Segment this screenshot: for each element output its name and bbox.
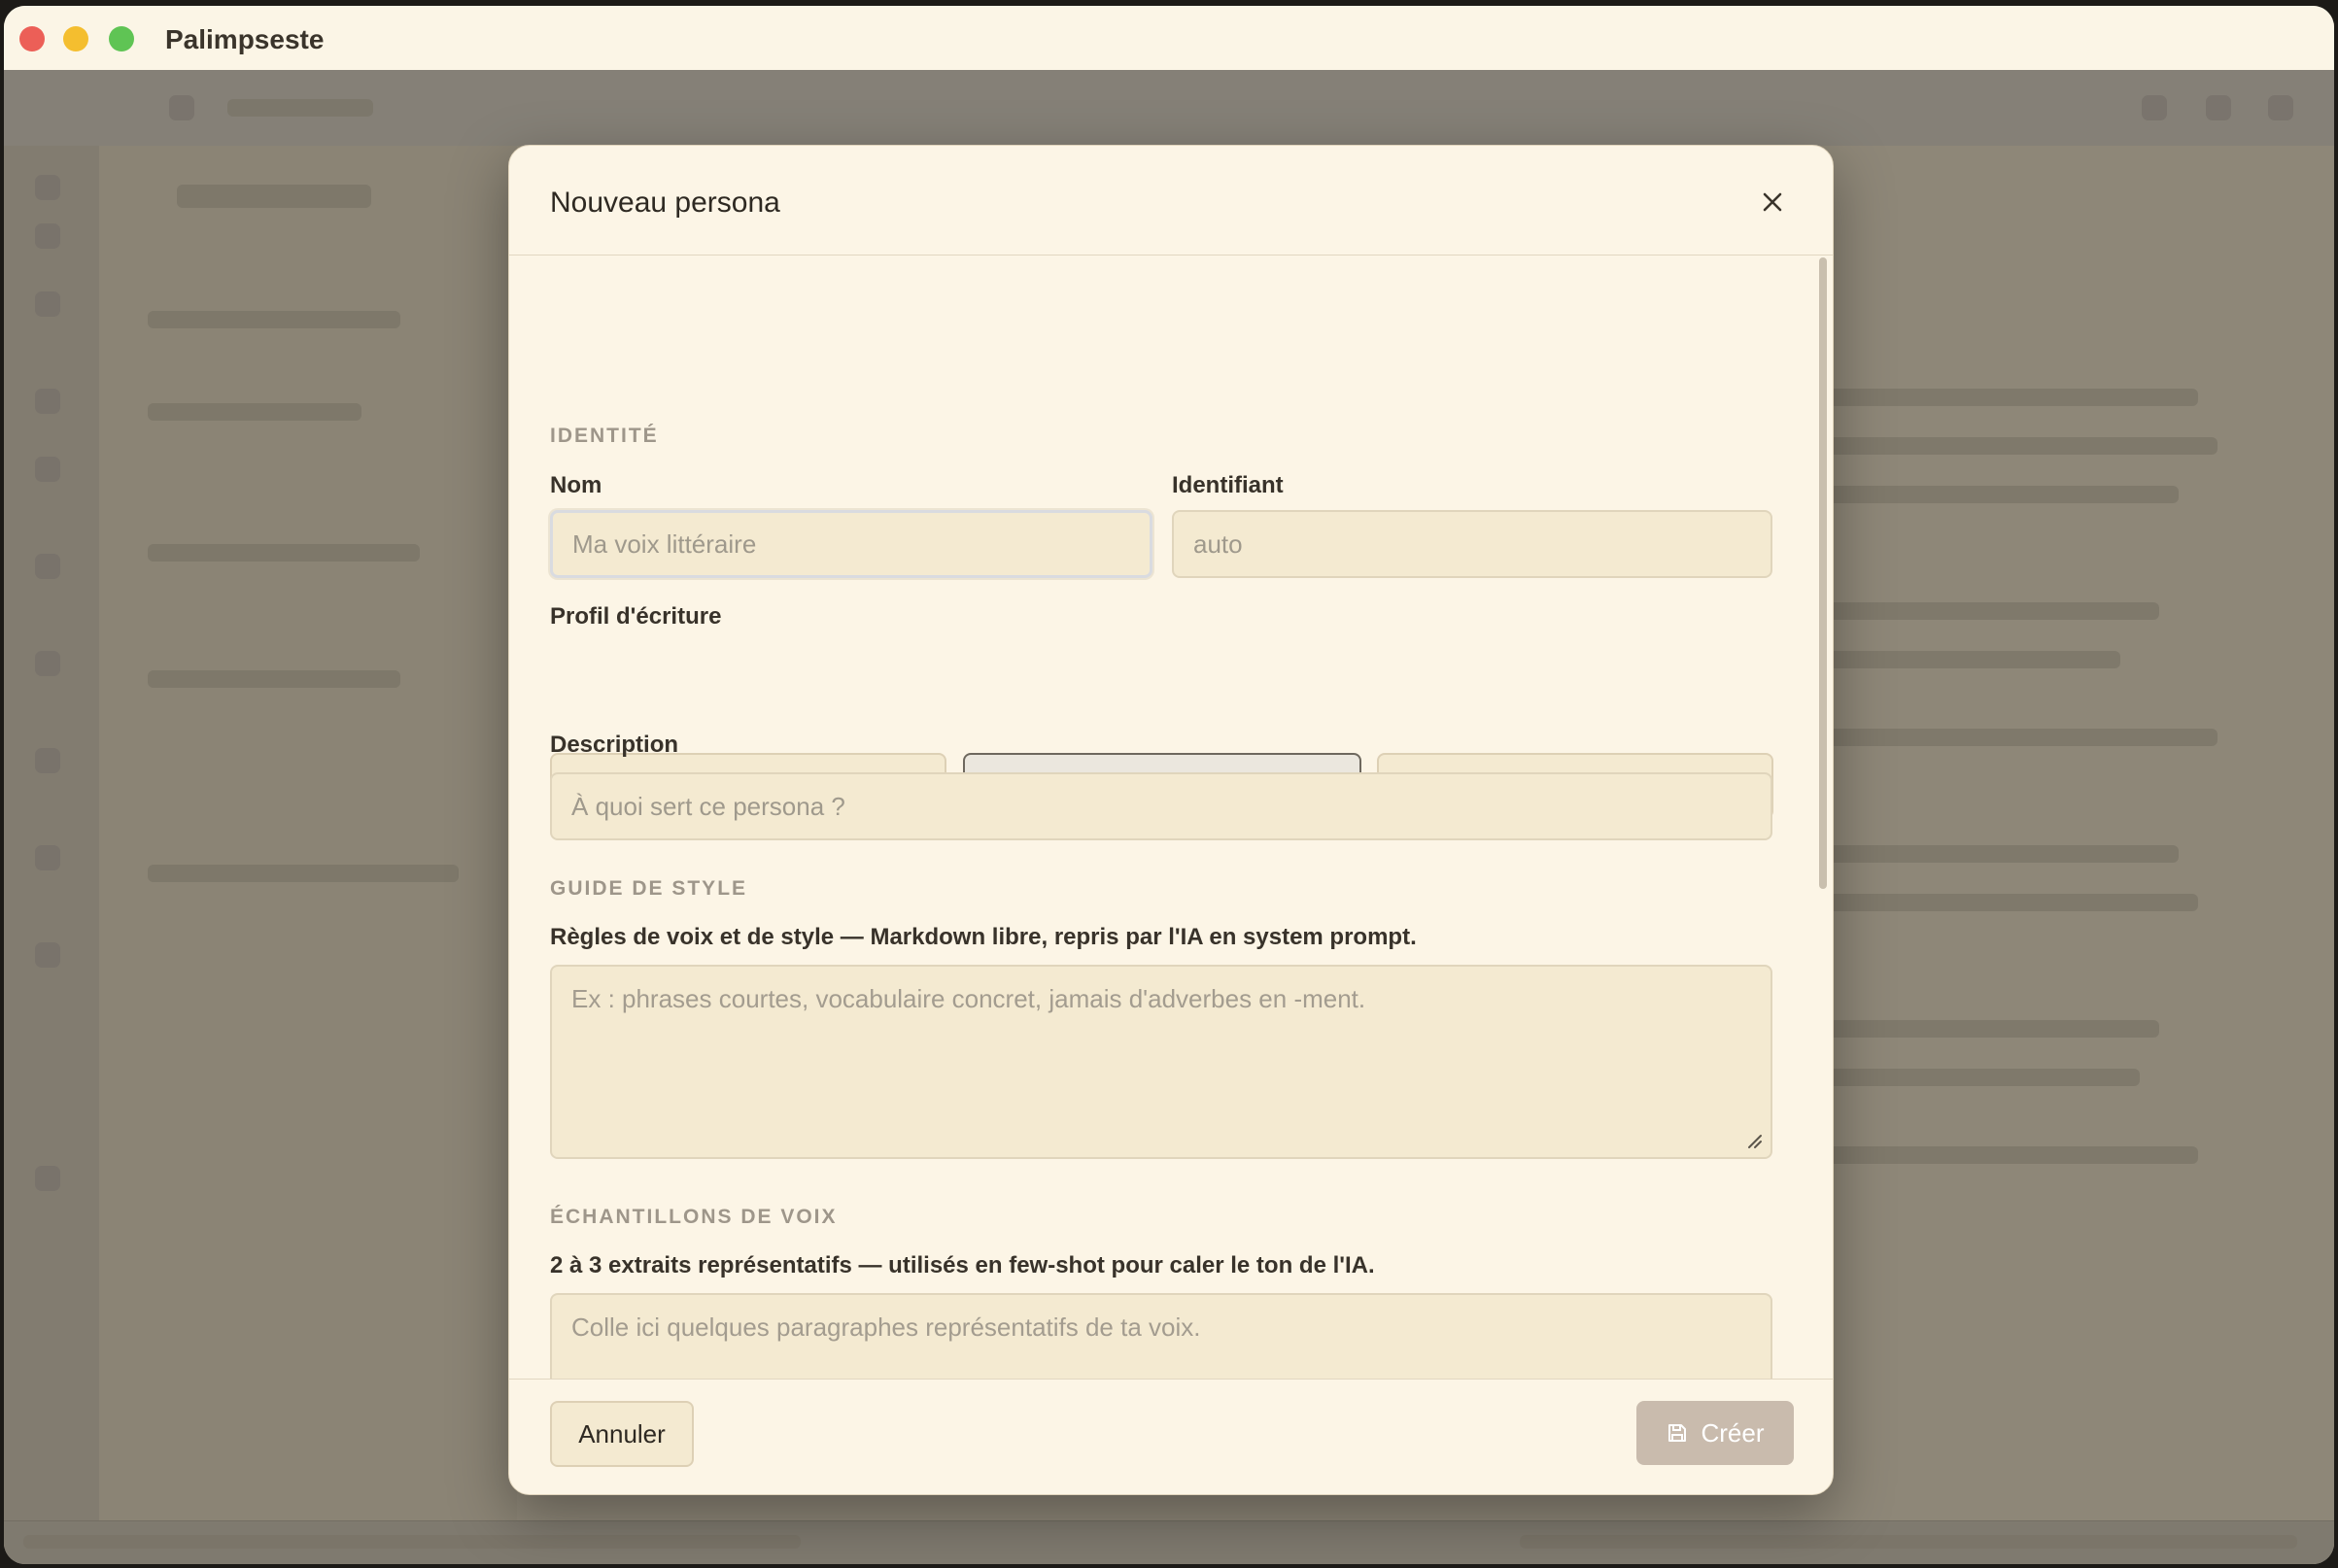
- background-sidebar: [4, 146, 99, 1564]
- background-list-item: [148, 311, 400, 328]
- background-status-text: [1520, 1535, 2297, 1549]
- description-label: Description: [550, 732, 679, 758]
- style-guide-placeholder: Ex : phrases courtes, vocabulaire concre…: [571, 984, 1366, 1013]
- save-icon: [1668, 1424, 1687, 1442]
- identifier-input[interactable]: auto: [1172, 510, 1772, 578]
- voice-samples-placeholder: Colle ici quelques paragraphes représent…: [571, 1312, 1201, 1342]
- new-persona-dialog: Nouveau persona IDENTITÉ Nom Identifiant…: [508, 145, 1834, 1495]
- dialog-header: Nouveau persona: [509, 146, 1833, 256]
- background-sidebar-icon: [35, 389, 60, 414]
- style-guide-section-heading: GUIDE DE STYLE: [550, 877, 748, 900]
- identity-section-heading: IDENTITÉ: [550, 425, 659, 447]
- dialog-scrollbar[interactable]: [1819, 257, 1827, 889]
- create-button-label: Créer: [1701, 1417, 1765, 1448]
- zoom-window-button[interactable]: [109, 26, 134, 51]
- background-sidebar-icon: [35, 748, 60, 773]
- voice-samples-hint: 2 à 3 extraits représentatifs — utilisés…: [550, 1252, 1375, 1278]
- background-sidebar-icon: [35, 175, 60, 200]
- background-status-text: [23, 1535, 801, 1549]
- dialog-title: Nouveau persona: [550, 187, 780, 219]
- background-sidebar-icon: [35, 1166, 60, 1191]
- voice-samples-section-heading: ÉCHANTILLONS DE VOIX: [550, 1206, 838, 1228]
- background-text-line: [1829, 486, 2179, 503]
- background-sidebar-icon: [35, 223, 60, 249]
- close-icon: [1763, 192, 1782, 212]
- background-list-item: [148, 403, 361, 421]
- background-text-line: [1829, 437, 2218, 455]
- dialog-footer: Annuler Créer: [509, 1379, 1833, 1494]
- minimize-window-button[interactable]: [63, 26, 88, 51]
- background-text-line: [1829, 651, 2120, 668]
- background-menu-icon: [169, 95, 194, 120]
- background-text-line: [1829, 1069, 2140, 1086]
- background-list-item: [148, 865, 459, 882]
- create-button[interactable]: Créer: [1636, 1401, 1794, 1465]
- background-title-placeholder: [227, 99, 373, 117]
- background-text-line: [1829, 389, 2198, 406]
- background-document-list: [99, 146, 517, 1564]
- title-bar: Palimpseste: [4, 6, 2334, 71]
- style-guide-hint: Règles de voix et de style — Markdown li…: [550, 924, 1417, 950]
- background-text-line: [1829, 602, 2159, 620]
- window-title: Palimpseste: [165, 24, 325, 54]
- close-dialog-button[interactable]: [1753, 183, 1792, 222]
- background-text-line: [1829, 1146, 2198, 1164]
- background-sidebar-icon: [35, 457, 60, 482]
- background-list-item: [148, 544, 420, 562]
- cancel-button[interactable]: Annuler: [550, 1401, 694, 1467]
- background-list-heading: [177, 185, 371, 208]
- background-sidebar-icon: [35, 291, 60, 317]
- description-input[interactable]: À quoi sert ce persona ?: [550, 772, 1772, 840]
- background-sidebar-icon: [35, 942, 60, 968]
- identifier-label: Identifiant: [1172, 472, 1284, 498]
- style-guide-textarea[interactable]: Ex : phrases courtes, vocabulaire concre…: [550, 965, 1772, 1159]
- close-window-button[interactable]: [19, 26, 45, 51]
- background-sidebar-icon: [35, 651, 60, 676]
- background-sidebar-icon: [35, 845, 60, 870]
- background-status-bar: [4, 1520, 2334, 1564]
- background-sidebar-icon: [35, 554, 60, 579]
- background-toolbar: [4, 70, 2334, 147]
- background-text-line: [1829, 894, 2198, 911]
- background-text-line: [1829, 729, 2218, 746]
- name-label: Nom: [550, 472, 602, 498]
- background-user-icon: [2142, 95, 2167, 120]
- background-settings-icon: [2268, 95, 2293, 120]
- background-text-line: [1829, 845, 2179, 863]
- dialog-body: IDENTITÉ Nom Identifiant Ma voix littéra…: [509, 256, 1833, 1487]
- app-window: Palimpseste Nouveau persona IDENTITÉ Nom…: [4, 6, 2334, 1564]
- background-list-item: [148, 670, 400, 688]
- writing-profile-label: Profil d'écriture: [550, 603, 722, 630]
- resize-handle-icon[interactable]: [1743, 1130, 1763, 1149]
- background-download-icon: [2206, 95, 2231, 120]
- background-text-line: [1829, 1020, 2159, 1038]
- name-input[interactable]: Ma voix littéraire: [550, 510, 1152, 578]
